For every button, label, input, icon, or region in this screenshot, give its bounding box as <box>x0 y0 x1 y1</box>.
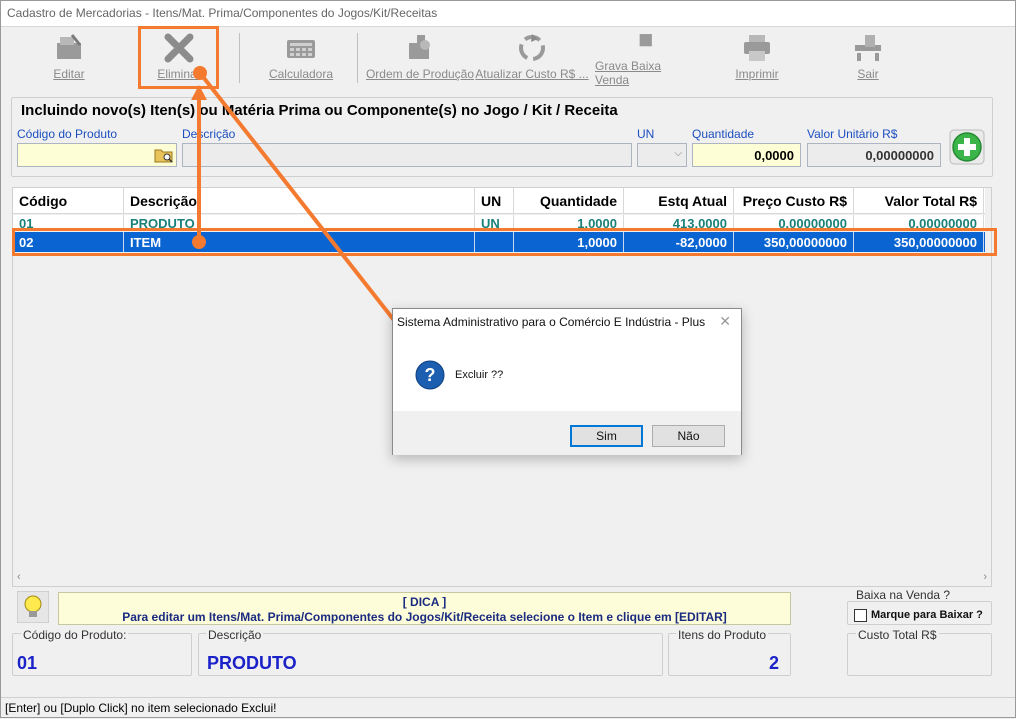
highlight-eliminar <box>138 26 219 89</box>
col-un[interactable]: UN <box>475 188 514 213</box>
ordem-producao-button[interactable]: Ordem de Produção <box>365 31 475 87</box>
folder-search-icon[interactable] <box>154 146 174 164</box>
cell-estq-atual: 413,0000 <box>624 215 734 229</box>
atualizar-custo-label: Atualizar Custo R$ ... <box>475 67 589 81</box>
calculator-icon <box>287 40 315 58</box>
editar-button[interactable]: Editar <box>37 31 101 87</box>
dialog-footer: Sim Não <box>393 411 741 455</box>
cell-descricao: PRODUTO <box>124 215 475 229</box>
status-bar: [Enter] ou [Duplo Click] no item selecio… <box>1 697 1015 719</box>
sair-label: Sair <box>857 67 879 81</box>
confirm-dialog: Sistema Administrativo para o Comércio E… <box>392 308 742 455</box>
nao-button[interactable]: Não <box>652 425 725 447</box>
sim-button[interactable]: Sim <box>570 425 643 447</box>
codigo-label: Código do Produto <box>17 127 118 141</box>
imprimir-button[interactable]: Imprimir <box>729 31 785 87</box>
descricao-label: Descrição <box>182 127 236 141</box>
dica-text: Para editar um Itens/Mat. Prima/Componen… <box>122 610 727 624</box>
valor-unitario-input[interactable]: 0,00000000 <box>807 143 941 167</box>
grava-baixa-button[interactable]: Grava Baixa Venda <box>595 31 695 87</box>
atualizar-custo-button[interactable]: Atualizar Custo R$ ... <box>475 31 589 87</box>
col-quantidade[interactable]: Quantidade <box>514 188 624 213</box>
close-icon[interactable]: ✕ <box>719 313 731 330</box>
quantidade-label: Quantidade <box>692 127 755 141</box>
lightbulb-icon <box>17 591 49 623</box>
svg-text:?: ? <box>425 365 436 385</box>
cell-codigo: 01 <box>13 215 124 229</box>
square-stop-icon <box>639 34 652 47</box>
recycle-icon <box>519 34 545 61</box>
marque-label: Marque para Baixar ? <box>871 609 983 621</box>
table-row[interactable]: 01 PRODUTO UN 1,0000 413,0000 0,00000000… <box>13 215 985 229</box>
cell-preco-custo: 0,00000000 <box>734 215 854 229</box>
valor-unitario-label: Valor Unitário R$ <box>807 127 898 141</box>
col-codigo[interactable]: Código <box>13 188 124 213</box>
add-item-button[interactable] <box>949 129 985 165</box>
window-title: Cadastro de Mercadorias - Itens/Mat. Pri… <box>1 1 1015 27</box>
printer-icon <box>744 35 770 61</box>
un-select[interactable]: ⌵ <box>637 143 687 167</box>
custo-total-label: Custo Total R$ <box>856 628 939 642</box>
codigo-info-value: 01 <box>17 653 38 673</box>
horizontal-scrollbar[interactable]: ‹ › <box>13 570 991 586</box>
baixa-label: Baixa na Venda ? <box>856 588 951 602</box>
codigo-info-label: Código do Produto: <box>21 628 129 642</box>
cell-quantidade: 1,0000 <box>514 215 624 229</box>
panel-title: Incluindo novo(s) Iten(s) ou Matéria Pri… <box>21 102 622 119</box>
ordem-producao-label: Ordem de Produção <box>365 67 475 81</box>
editar-label: Editar <box>53 67 85 81</box>
col-preco-custo[interactable]: Preço Custo R$ <box>734 188 854 213</box>
cell-un: UN <box>475 215 514 229</box>
col-descricao[interactable]: Descrição <box>124 188 475 213</box>
col-estq-atual[interactable]: Estq Atual <box>624 188 734 213</box>
itens-info-value: 2 <box>769 653 780 673</box>
codigo-input[interactable] <box>17 143 177 167</box>
cell-valor-total: 0,00000000 <box>854 215 984 229</box>
descricao-info-label: Descrição <box>206 628 264 642</box>
col-valor-total[interactable]: Valor Total R$ <box>854 188 984 213</box>
question-icon: ? <box>415 360 445 390</box>
toolbar-separator <box>357 33 358 83</box>
grid-header: Código Descrição UN Quantidade Estq Atua… <box>13 188 985 214</box>
factory-icon <box>409 35 430 59</box>
calculadora-label: Calculadora <box>268 67 334 81</box>
descricao-info-value: PRODUTO <box>207 653 297 673</box>
exit-icon <box>855 35 881 61</box>
un-label: UN <box>637 127 655 141</box>
calculadora-button[interactable]: Calculadora <box>261 31 341 87</box>
itens-info-label: Itens do Produto <box>676 628 769 642</box>
edit-icon <box>57 34 82 59</box>
toolbar-separator <box>239 33 240 83</box>
descricao-input[interactable] <box>182 143 632 167</box>
sair-button[interactable]: Sair <box>845 31 891 87</box>
grava-baixa-label: Grava Baixa Venda <box>595 59 662 87</box>
imprimir-label: Imprimir <box>735 67 779 81</box>
dialog-message: Excluir ?? <box>455 369 504 381</box>
quantidade-input[interactable]: 0,0000 <box>692 143 801 167</box>
dica-box: [ DICA ] Para editar um Itens/Mat. Prima… <box>58 592 791 625</box>
dica-title: [ DICA ] <box>402 595 447 609</box>
scroll-left-icon[interactable]: ‹ <box>17 571 21 583</box>
dialog-title: Sistema Administrativo para o Comércio E… <box>397 315 706 329</box>
highlight-selected-row <box>12 228 997 256</box>
chevron-down-icon: ⌵ <box>674 148 682 159</box>
scroll-right-icon[interactable]: › <box>983 571 987 583</box>
baixar-checkbox[interactable] <box>854 609 867 622</box>
